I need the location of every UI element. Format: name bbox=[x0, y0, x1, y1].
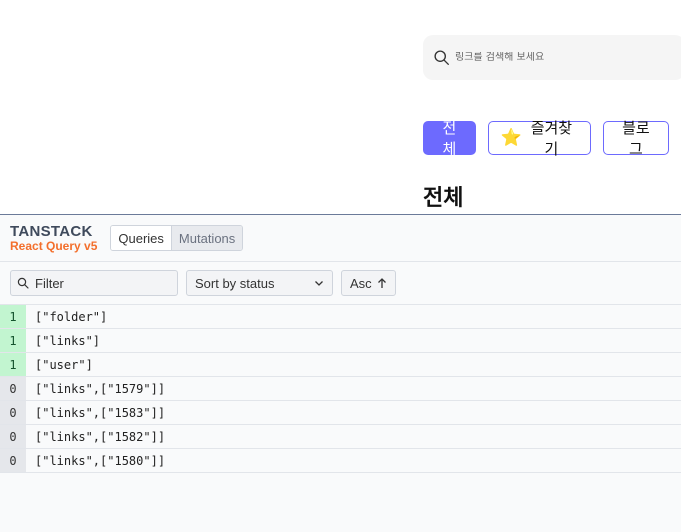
query-key: ["links",["1579"]] bbox=[35, 381, 166, 396]
folder-button-blog[interactable]: 블로그 bbox=[602, 119, 670, 158]
query-row[interactable]: 1 ["links"] bbox=[0, 329, 681, 353]
query-key: ["links",["1580"]] bbox=[35, 453, 166, 468]
observer-count-badge: 0 bbox=[0, 425, 26, 448]
view-toggle: Queries Mutations bbox=[110, 225, 244, 251]
search-icon bbox=[17, 277, 29, 289]
observer-count-badge: 1 bbox=[0, 329, 26, 352]
logo-tanstack-text: TANSTACK bbox=[10, 223, 93, 240]
sort-order-label: Asc bbox=[350, 275, 372, 291]
link-search-input[interactable] bbox=[455, 52, 655, 63]
filter-field[interactable] bbox=[10, 270, 178, 296]
query-key: ["links",["1583"]] bbox=[35, 405, 166, 420]
query-key: ["links",["1582"]] bbox=[35, 429, 166, 444]
query-row[interactable]: 0 ["links",["1583"]] bbox=[0, 401, 681, 425]
devtools-header: TANSTACK React Query v5 Queries Mutation… bbox=[0, 215, 681, 262]
filter-input[interactable] bbox=[35, 275, 175, 291]
query-row[interactable]: 1 ["folder"] bbox=[0, 305, 681, 329]
query-row[interactable]: 0 ["links",["1582"]] bbox=[0, 425, 681, 449]
link-search-bar[interactable] bbox=[423, 35, 681, 80]
react-query-devtools-panel: TANSTACK React Query v5 Queries Mutation… bbox=[0, 214, 681, 532]
folder-button-label: 전체 bbox=[442, 119, 457, 158]
current-folder-title: 전체 bbox=[423, 186, 464, 211]
devtools-filter-bar: Sort by status Asc bbox=[0, 262, 681, 305]
logo-react-query-text: React Query v5 bbox=[10, 239, 98, 253]
folder-button-all[interactable]: 전체 bbox=[423, 119, 476, 158]
observer-count-badge: 0 bbox=[0, 401, 26, 424]
folder-button-label: 즐겨찾기 bbox=[530, 119, 573, 158]
search-icon bbox=[434, 50, 449, 65]
folder-button-group: 전체 ⭐ 즐겨찾기 블로그 bbox=[423, 119, 681, 158]
folder-button-label: 블로그 bbox=[622, 119, 650, 158]
arrow-up-icon bbox=[377, 277, 386, 288]
query-row[interactable]: 0 ["links",["1579"]] bbox=[0, 377, 681, 401]
chevron-down-icon bbox=[315, 281, 323, 286]
star-icon: ⭐ bbox=[500, 128, 522, 148]
sort-select[interactable]: Sort by status bbox=[186, 270, 333, 296]
query-key: ["links"] bbox=[35, 333, 101, 348]
query-row[interactable]: 0 ["links",["1580"]] bbox=[0, 449, 681, 473]
query-list: 1 ["folder"] 1 ["links"] 1 ["user"] 0 ["… bbox=[0, 305, 681, 473]
observer-count-badge: 1 bbox=[0, 353, 26, 376]
folder-button-favorites[interactable]: ⭐ 즐겨찾기 bbox=[487, 119, 591, 158]
tab-queries[interactable]: Queries bbox=[111, 226, 171, 250]
sort-select-value: Sort by status bbox=[195, 275, 275, 291]
tanstack-logo[interactable]: TANSTACK React Query v5 bbox=[10, 224, 97, 252]
query-key: ["folder"] bbox=[35, 309, 108, 324]
query-row[interactable]: 1 ["user"] bbox=[0, 353, 681, 377]
tab-mutations[interactable]: Mutations bbox=[170, 226, 243, 250]
observer-count-badge: 0 bbox=[0, 449, 26, 472]
sort-order-button[interactable]: Asc bbox=[341, 270, 396, 296]
query-key: ["user"] bbox=[35, 357, 93, 372]
observer-count-badge: 1 bbox=[0, 305, 26, 328]
observer-count-badge: 0 bbox=[0, 377, 26, 400]
